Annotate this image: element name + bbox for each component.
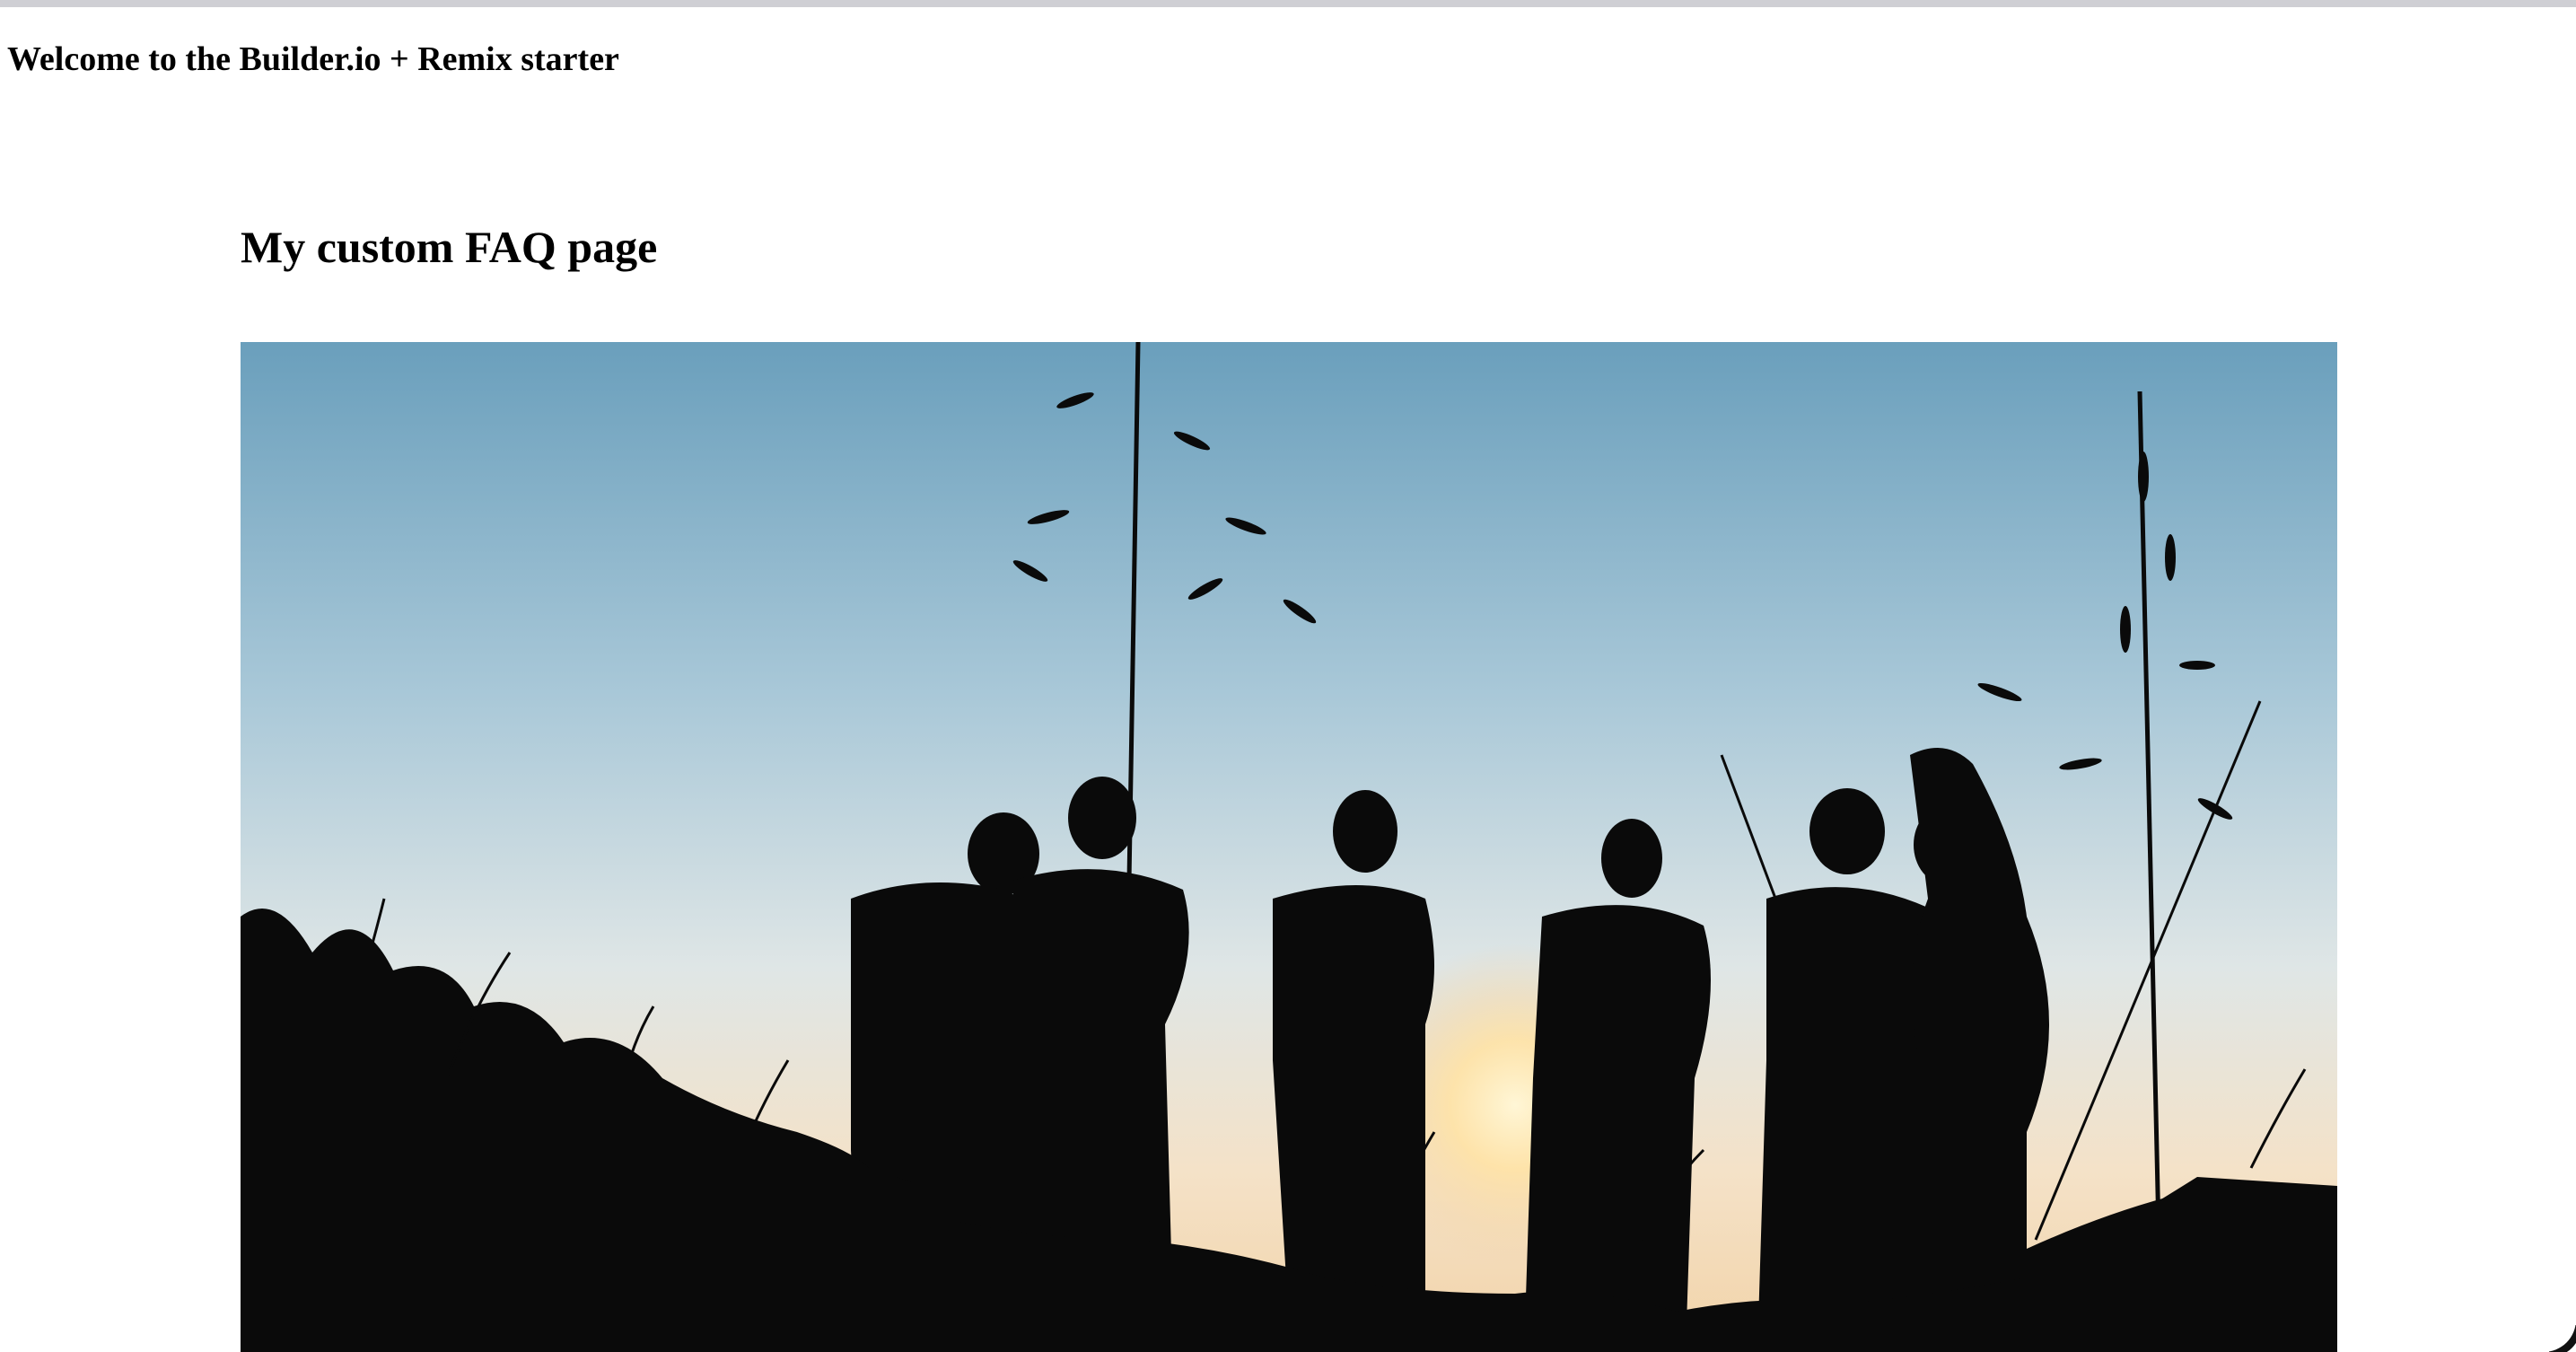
browser-chrome-edge xyxy=(0,0,2576,7)
page-title: My custom FAQ page xyxy=(241,222,658,272)
browser-window: Welcome to the Builder.io + Remix starte… xyxy=(0,0,2576,1352)
silhouette-photo-icon xyxy=(241,342,2337,1352)
window-corner xyxy=(2544,1320,2576,1352)
hero-image xyxy=(241,342,2337,1352)
site-header-text: Welcome to the Builder.io + Remix starte… xyxy=(7,40,619,78)
